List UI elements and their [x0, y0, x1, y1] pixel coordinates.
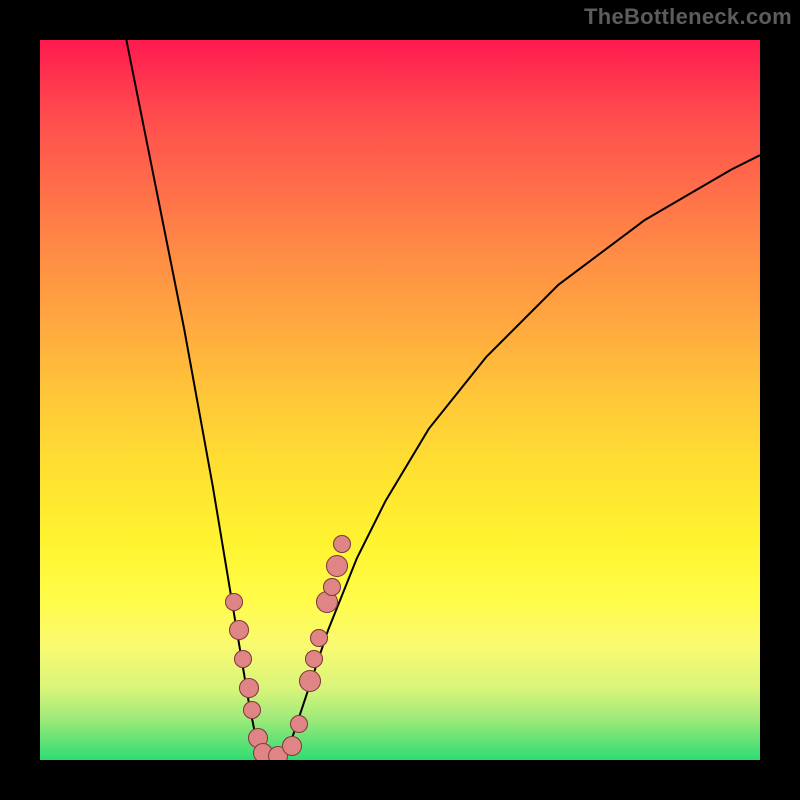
plot-area	[40, 40, 760, 760]
watermark-text: TheBottleneck.com	[584, 4, 792, 30]
bottleneck-curve	[40, 40, 760, 760]
chart-frame: TheBottleneck.com	[0, 0, 800, 800]
